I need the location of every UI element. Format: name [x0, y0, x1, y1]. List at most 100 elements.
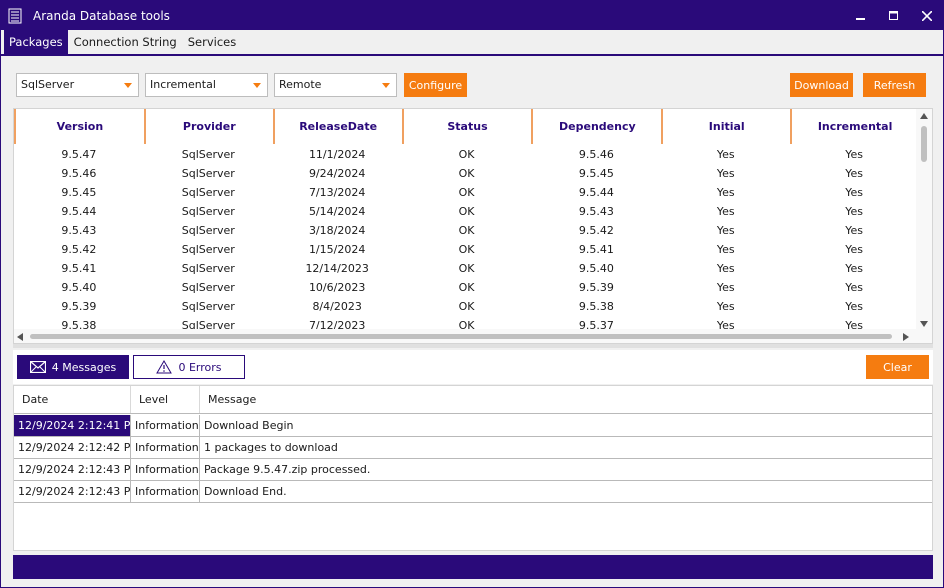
table-row[interactable]: 9.5.45 SqlServer 7/13/2024 OK 9.5.44 Yes Yes: [14, 183, 918, 202]
horizontal-scroll-thumb[interactable]: [30, 334, 892, 339]
scroll-up-icon[interactable]: [916, 109, 932, 123]
table-cell: Yes: [716, 205, 735, 218]
table-row[interactable]: 9.5.43 SqlServer 3/18/2024 OK 9.5.42 Yes Yes: [14, 221, 918, 240]
scroll-right-icon[interactable]: [903, 331, 909, 343]
column-header-level[interactable]: Level: [131, 386, 200, 413]
table-cell: 9.5.40: [578, 262, 614, 275]
table-cell: Yes: [845, 224, 863, 237]
table-cell: Yes: [845, 148, 863, 161]
chevron-down-icon: [124, 83, 132, 88]
table-cell: 9.5.42: [61, 243, 97, 256]
close-button[interactable]: [910, 1, 943, 30]
table-cell: 9.5.41: [578, 243, 614, 256]
table-cell: SqlServer: [181, 148, 235, 161]
packages-grid-header: Version Provider ReleaseDate Status Dependen…: [14, 109, 918, 144]
provider-select[interactable]: SqlServer: [16, 73, 139, 97]
source-select[interactable]: Remote: [274, 73, 397, 97]
table-cell: 9.5.45: [578, 167, 614, 180]
column-header-dependency[interactable]: Dependency: [531, 109, 661, 144]
column-header-date[interactable]: Date: [14, 386, 131, 413]
vertical-scrollbar[interactable]: [916, 109, 932, 331]
table-row[interactable]: 9.5.40 SqlServer 10/6/2023 OK 9.5.39 Yes Yes: [14, 278, 918, 297]
table-cell: 12/14/2023: [305, 262, 369, 275]
table-row[interactable]: 9.5.39 SqlServer 8/4/2023 OK 9.5.38 Yes Yes: [14, 297, 918, 316]
table-cell: Yes: [716, 281, 735, 294]
column-header-initial[interactable]: Initial: [661, 109, 790, 144]
packages-grid: Version Provider ReleaseDate Status Dependen…: [13, 108, 933, 344]
table-cell: 1/15/2024: [308, 243, 366, 256]
provider-select-value: SqlServer: [21, 78, 75, 91]
table-cell: SqlServer: [181, 186, 235, 199]
table-cell: Yes: [845, 281, 863, 294]
clear-button[interactable]: Clear: [866, 355, 929, 379]
table-cell: 9.5.42: [578, 224, 614, 237]
chevron-down-icon: [253, 83, 261, 88]
table-cell: Yes: [845, 186, 863, 199]
table-cell: 9.5.39: [61, 300, 97, 313]
table-cell: 3/18/2024: [308, 224, 366, 237]
maximize-icon: [888, 10, 898, 20]
table-cell: Yes: [716, 186, 735, 199]
menu-connection-string[interactable]: Connection String: [69, 30, 182, 54]
warning-icon: [156, 360, 173, 374]
configure-button[interactable]: Configure: [404, 73, 467, 97]
table-cell: SqlServer: [181, 205, 235, 218]
table-row[interactable]: 9.5.44 SqlServer 5/14/2024 OK 9.5.43 Yes Yes: [14, 202, 918, 221]
table-row[interactable]: 9.5.46 SqlServer 9/24/2024 OK 9.5.45 Yes Yes: [14, 164, 918, 183]
message-date: 12/9/2024 2:12:42 PM: [14, 437, 131, 458]
table-cell: 9.5.38: [578, 300, 614, 313]
app-window: Aranda Database tools Packages Connectio…: [0, 0, 944, 588]
table-cell: OK: [458, 262, 475, 275]
menu-bar: Packages Connection String Services: [1, 30, 943, 56]
table-cell: 7/13/2024: [308, 186, 366, 199]
message-text: 1 packages to download: [204, 441, 338, 454]
table-cell: SqlServer: [181, 243, 235, 256]
panel-splitter[interactable]: [13, 344, 933, 348]
table-cell: Yes: [845, 167, 863, 180]
message-date: 12/9/2024 2:12:43 PM: [14, 481, 131, 502]
window-title: Aranda Database tools: [33, 8, 170, 23]
table-cell: Yes: [845, 205, 863, 218]
column-header-message[interactable]: Message: [200, 386, 932, 413]
table-row[interactable]: 9.5.41 SqlServer 12/14/2023 OK 9.5.40 Yes Yes: [14, 259, 918, 278]
table-cell: 10/6/2023: [308, 281, 366, 294]
table-cell: OK: [458, 243, 475, 256]
message-row[interactable]: 12/9/2024 2:12:43 PM Information Package 9…: [14, 459, 932, 481]
table-cell: 9.5.47: [61, 148, 97, 161]
message-text: Package 9.5.47.zip processed.: [204, 463, 371, 476]
column-header-status[interactable]: Status: [401, 109, 532, 144]
table-cell: 5/14/2024: [308, 205, 366, 218]
message-row[interactable]: 12/9/2024 2:12:42 PM Information 1 package…: [14, 437, 932, 459]
menu-services[interactable]: Services: [183, 30, 242, 54]
column-header-version[interactable]: Version: [14, 109, 144, 144]
maximize-button[interactable]: [877, 1, 910, 30]
table-cell: OK: [458, 281, 475, 294]
column-header-incremental[interactable]: Incremental: [790, 109, 918, 144]
column-header-releasedate[interactable]: ReleaseDate: [272, 109, 402, 144]
messages-tab[interactable]: 4 Messages: [17, 355, 129, 379]
table-cell: 9.5.45: [61, 186, 97, 199]
table-cell: SqlServer: [181, 167, 235, 180]
table-cell: 9.5.41: [61, 262, 97, 275]
column-header-provider[interactable]: Provider: [143, 109, 273, 144]
errors-tab[interactable]: 0 Errors: [133, 355, 245, 379]
download-button[interactable]: Download: [790, 73, 853, 97]
database-tools-icon: [8, 8, 22, 23]
chevron-down-icon: [382, 83, 390, 88]
messages-grid-header: Date Level Message: [14, 386, 932, 414]
horizontal-scrollbar[interactable]: [14, 329, 932, 343]
scroll-left-icon[interactable]: [17, 331, 23, 343]
table-row[interactable]: 9.5.42 SqlServer 1/15/2024 OK 9.5.41 Yes Yes: [14, 240, 918, 259]
table-row[interactable]: 9.5.47 SqlServer 11/1/2024 OK 9.5.46 Yes Yes: [14, 145, 918, 164]
message-row[interactable]: 12/9/2024 2:12:43 PM Information Download …: [14, 481, 932, 503]
message-row[interactable]: 12/9/2024 2:12:41 PM Information Download …: [14, 415, 932, 437]
minimize-button[interactable]: [844, 1, 877, 30]
message-level: Information: [131, 415, 200, 436]
refresh-button[interactable]: Refresh: [863, 73, 926, 97]
package-type-select-value: Incremental: [150, 78, 216, 91]
menu-packages[interactable]: Packages: [4, 30, 68, 54]
title-bar: Aranda Database tools: [1, 1, 943, 30]
table-cell: 9.5.44: [61, 205, 97, 218]
vertical-scroll-thumb[interactable]: [921, 126, 927, 162]
package-type-select[interactable]: Incremental: [145, 73, 268, 97]
